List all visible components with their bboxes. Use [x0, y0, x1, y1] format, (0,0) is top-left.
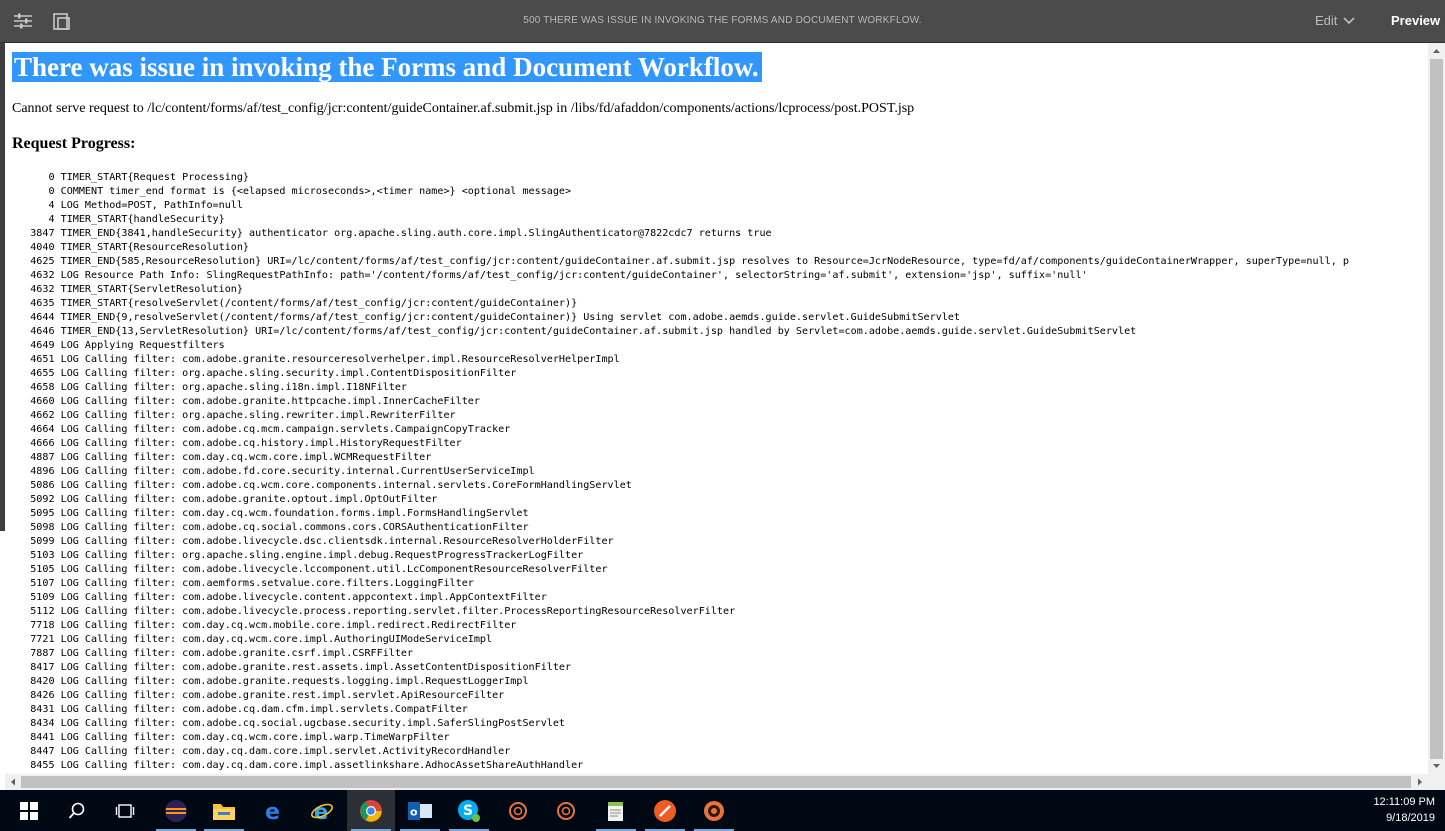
- log-line: 5105 LOG Calling filter: com.adobe.livec…: [12, 564, 608, 575]
- svg-text:e: e: [265, 800, 280, 823]
- app-circle-icon[interactable]: [494, 790, 542, 831]
- app-circle-icon[interactable]: [542, 790, 590, 831]
- error-heading: There was issue in invoking the Forms an…: [12, 52, 762, 83]
- edge-icon[interactable]: e: [250, 790, 298, 831]
- request-progress-heading: Request Progress:: [12, 135, 136, 152]
- vertical-scroll-thumb[interactable]: [1430, 59, 1443, 759]
- system-clock[interactable]: 12:11:09 PM 9/18/2019: [1355, 794, 1435, 826]
- windows-taskbar: e e o S 12:11:09 PM 9/18/2019: [0, 790, 1445, 831]
- log-line: 8420 LOG Calling filter: com.adobe.grani…: [12, 676, 529, 687]
- vertical-scrollbar[interactable]: [1428, 43, 1445, 774]
- scroll-down-arrow-icon[interactable]: [1428, 759, 1445, 773]
- log-line: 5092 LOG Calling filter: com.adobe.grani…: [12, 494, 438, 505]
- error-page-content: There was issue in invoking the Forms an…: [5, 43, 1428, 774]
- app-gear-icon[interactable]: [690, 790, 738, 831]
- error-message: Cannot serve request to /lc/content/form…: [12, 101, 915, 116]
- log-line: 4 TIMER_START{handleSecurity}: [12, 214, 225, 225]
- log-line: 5086 LOG Calling filter: com.adobe.cq.wc…: [12, 480, 632, 491]
- postman-icon[interactable]: [641, 790, 689, 831]
- log-line: 4646 TIMER_END{13,ServletResolution} URI…: [12, 326, 1137, 337]
- file-explorer-icon[interactable]: [200, 790, 248, 831]
- log-line: 5112 LOG Calling filter: com.adobe.livec…: [12, 606, 736, 617]
- log-line: 4887 LOG Calling filter: com.day.cq.wcm.…: [12, 452, 432, 463]
- log-line: 8447 LOG Calling filter: com.day.cq.dam.…: [12, 746, 511, 757]
- log-line: 5098 LOG Calling filter: com.adobe.cq.so…: [12, 522, 529, 533]
- scroll-left-arrow-icon[interactable]: [6, 774, 20, 790]
- log-line: 8417 LOG Calling filter: com.adobe.grani…: [12, 662, 572, 673]
- clock-time: 12:11:09 PM: [1373, 796, 1435, 808]
- notepad-plus-plus-icon[interactable]: [592, 790, 640, 831]
- edit-mode-button[interactable]: Edit: [1315, 13, 1337, 28]
- outlook-icon[interactable]: o: [396, 790, 444, 831]
- log-line: 4658 LOG Calling filter: org.apache.slin…: [12, 382, 408, 393]
- log-line: 8434 LOG Calling filter: com.adobe.cq.so…: [12, 718, 566, 729]
- log-line: 4040 TIMER_START{ResourceResolution}: [12, 242, 250, 253]
- log-line: 4660 LOG Calling filter: com.adobe.grani…: [12, 396, 480, 407]
- log-line: 4 LOG Method=POST, PathInfo=null: [12, 200, 243, 211]
- log-line: 7721 LOG Calling filter: com.day.cq.wcm.…: [12, 634, 493, 645]
- windows-start-icon[interactable]: [5, 790, 53, 831]
- log-line: 8441 LOG Calling filter: com.day.cq.wcm.…: [12, 732, 450, 743]
- log-line: 7718 LOG Calling filter: com.day.cq.wcm.…: [12, 620, 517, 631]
- log-line: 5107 LOG Calling filter: com.aemforms.se…: [12, 578, 474, 589]
- log-line: 3847 TIMER_END{3841,handleSecurity} auth…: [12, 228, 772, 239]
- log-line: 4896 LOG Calling filter: com.adobe.fd.co…: [12, 466, 535, 477]
- internet-explorer-icon[interactable]: e: [298, 790, 346, 831]
- svg-text:S: S: [463, 803, 473, 819]
- log-line: 4655 LOG Calling filter: org.apache.slin…: [12, 368, 517, 379]
- log-line: 5109 LOG Calling filter: com.adobe.livec…: [12, 592, 547, 603]
- log-line: 7887 LOG Calling filter: com.adobe.grani…: [12, 648, 414, 659]
- error-heading-text: There was issue in invoking the Forms an…: [12, 52, 762, 82]
- log-line: 4666 LOG Calling filter: com.adobe.cq.hi…: [12, 438, 462, 449]
- clock-date: 9/18/2019: [1386, 812, 1435, 824]
- horizontal-scrollbar[interactable]: [5, 774, 1428, 790]
- log-line: 4632 LOG Resource Path Info: SlingReques…: [12, 270, 1088, 281]
- search-icon[interactable]: [53, 790, 101, 831]
- scroll-up-arrow-icon[interactable]: [1428, 44, 1445, 58]
- task-view-icon[interactable]: [101, 790, 149, 831]
- chrome-icon[interactable]: [347, 790, 395, 831]
- log-line: 0 TIMER_START{Request Processing}: [12, 172, 250, 183]
- log-line: 4662 LOG Calling filter: org.apache.slin…: [12, 410, 456, 421]
- log-line: 8426 LOG Calling filter: com.adobe.grani…: [12, 690, 505, 701]
- editor-toolbar: 500 THERE WAS ISSUE IN INVOKING THE FORM…: [0, 0, 1445, 43]
- log-line: 8455 LOG Calling filter: com.day.cq.dam.…: [12, 760, 584, 771]
- request-progress-log: 0 TIMER_START{Request Processing} 0 COMM…: [12, 171, 1349, 773]
- log-line: 5099 LOG Calling filter: com.adobe.livec…: [12, 536, 614, 547]
- log-line: 4644 TIMER_END{9,resolveServlet(/content…: [12, 312, 961, 323]
- log-line: 4651 LOG Calling filter: com.adobe.grani…: [12, 354, 620, 365]
- log-line: 8431 LOG Calling filter: com.adobe.cq.da…: [12, 704, 468, 715]
- log-line: 5103 LOG Calling filter: org.apache.slin…: [12, 550, 584, 561]
- scrollbar-corner: [1428, 774, 1445, 790]
- page-title: 500 THERE WAS ISSUE IN INVOKING THE FORM…: [523, 15, 922, 26]
- log-line: 5095 LOG Calling filter: com.day.cq.wcm.…: [12, 508, 529, 519]
- preview-button[interactable]: Preview: [1391, 13, 1440, 28]
- log-line: 4649 LOG Applying Requestfilters: [12, 340, 225, 351]
- log-line: 4664 LOG Calling filter: com.adobe.cq.mc…: [12, 424, 511, 435]
- svg-text:e: e: [314, 800, 328, 823]
- log-line: 4625 TIMER_END{585,ResourceResolution} U…: [12, 256, 1349, 267]
- svg-text:o: o: [410, 805, 418, 818]
- log-line: 4635 TIMER_START{resolveServlet(/content…: [12, 298, 578, 309]
- chevron-down-icon[interactable]: [1342, 14, 1356, 26]
- log-line: 0 COMMENT timer_end format is {<elapsed …: [12, 186, 572, 197]
- skype-icon[interactable]: S: [445, 790, 493, 831]
- horizontal-scroll-thumb[interactable]: [21, 776, 1411, 788]
- scroll-right-arrow-icon[interactable]: [1413, 774, 1427, 790]
- eclipse-icon[interactable]: [152, 790, 200, 831]
- log-line: 4632 TIMER_START{ServletResolution}: [12, 284, 243, 295]
